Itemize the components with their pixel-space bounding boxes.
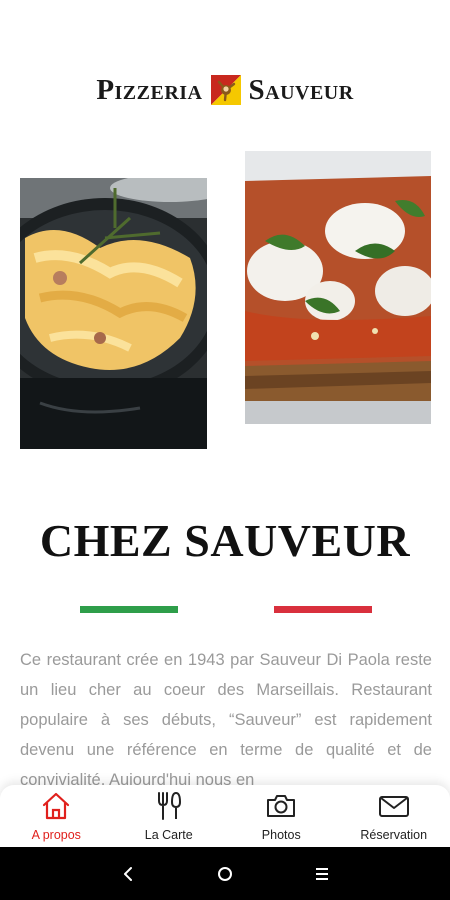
home-circle-icon[interactable] [210, 859, 240, 889]
home-icon [43, 792, 70, 820]
tab-label-reservation: Réservation [360, 828, 428, 842]
tab-label-photos: Photos [261, 828, 301, 842]
camera-icon [267, 795, 296, 817]
tab-label-la-carte: La Carte [144, 828, 193, 842]
about-paragraph: Ce restaurant crée en 1943 par Sauveur D… [20, 651, 432, 787]
brand-word-pizzeria: Pizzeria [96, 73, 203, 106]
tab-la-carte[interactable]: La Carte [113, 785, 226, 847]
back-chevron-icon[interactable] [113, 859, 143, 889]
bottom-tab-bar: A propos La Carte Photos Réservation [0, 785, 450, 847]
system-navigation-bar [0, 847, 450, 900]
tab-photos[interactable]: Photos [225, 785, 338, 847]
sicily-flag-icon [210, 75, 241, 105]
cutlery-icon [157, 792, 181, 820]
brand-word-sauveur: Sauveur [248, 73, 354, 106]
recents-icon[interactable] [307, 859, 337, 889]
pasta-photo [20, 178, 207, 449]
envelope-icon [378, 796, 409, 817]
tab-label-a-propos: A propos [31, 828, 81, 842]
tab-reservation[interactable]: Réservation [338, 785, 450, 847]
pizza-photo [245, 151, 431, 424]
brand-logo: Pizzeria Sauveur [0, 68, 450, 112]
divider-red [274, 606, 372, 613]
page-headline: CHEZ SAUVEUR [39, 515, 411, 566]
tab-a-propos[interactable]: A propos [0, 785, 113, 847]
divider-green [80, 606, 178, 613]
